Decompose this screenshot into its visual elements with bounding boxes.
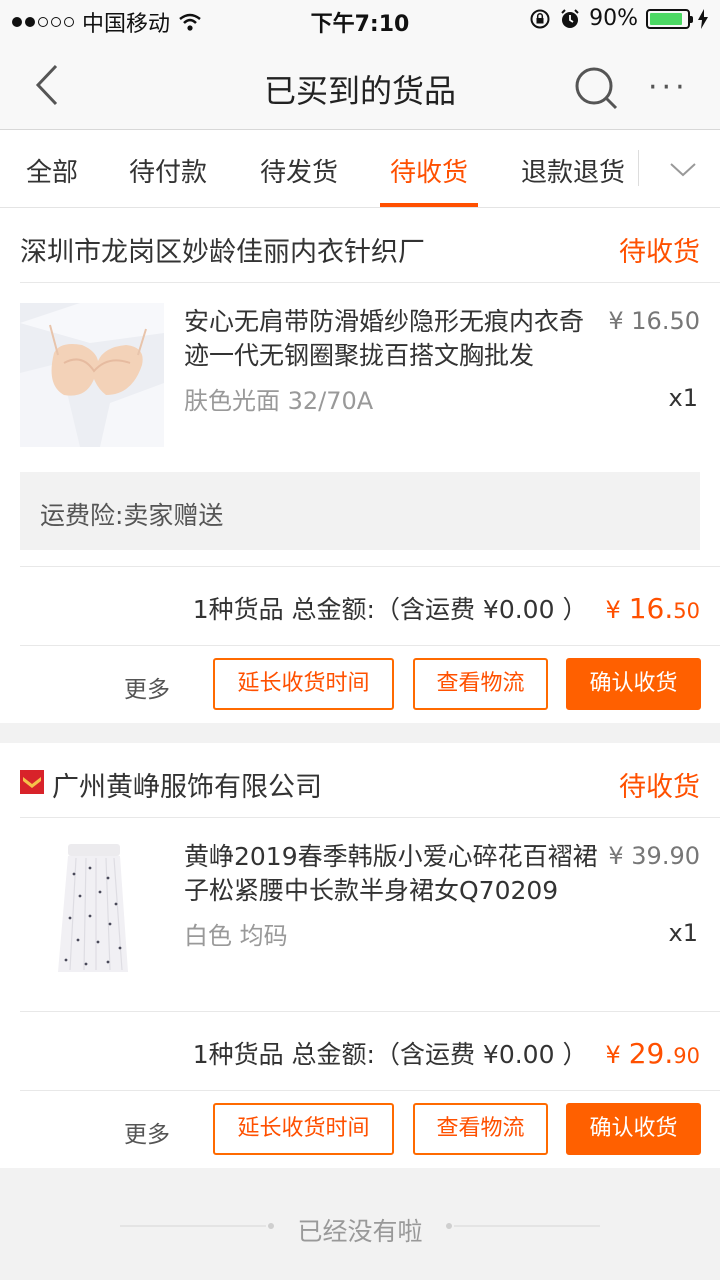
order-total: ¥29.90	[605, 1037, 700, 1070]
total-decimal: 50	[673, 599, 700, 623]
confirm-receipt-button[interactable]: 确认收货	[566, 658, 701, 710]
product-title[interactable]: 黄峥2019春季韩版小爱心碎花百褶裙子松紧腰中长款半身裙女Q70209	[184, 840, 604, 908]
order-summary: 1种货品 总金额:（含运费 ¥0.00 ） ¥16.50	[193, 590, 700, 626]
product-sku: 白色 均码	[184, 922, 288, 950]
tab-all[interactable]: 全部	[26, 152, 78, 189]
more-actions-link[interactable]: 更多	[124, 670, 170, 704]
summary-text: 1种货品 总金额:（含运费 ¥0.00 ）	[192, 595, 588, 624]
extend-receipt-button[interactable]: 延长收货时间	[213, 658, 394, 710]
end-dot-right	[446, 1223, 452, 1229]
shop-name[interactable]: 广州黄峥服饰有限公司	[52, 765, 322, 804]
product-quantity: x1	[668, 919, 698, 947]
order-summary: 1种货品 总金额:（含运费 ¥0.00 ） ¥29.90	[193, 1035, 700, 1071]
order-card: 深圳市龙岗区妙龄佳丽内衣针织厂 待收货 安心无肩带防滑婚纱隐形无痕内衣奇迹一代无…	[0, 208, 720, 723]
more-menu-button[interactable]: ···	[648, 70, 689, 105]
battery-fill	[650, 12, 683, 25]
product-sku: 肤色光面 32/70A	[184, 387, 374, 415]
divider	[20, 566, 720, 567]
rotation-lock-icon	[530, 9, 550, 28]
active-tab-indicator	[380, 203, 478, 207]
tab-pending-payment[interactable]: 待付款	[129, 152, 207, 189]
summary-text: 1种货品 总金额:（含运费 ¥0.00 ）	[192, 1040, 588, 1069]
status-bar: 中国移动 下午7:10 90%	[0, 0, 720, 40]
charging-icon	[698, 8, 708, 29]
nav-bar: 已买到的货品 ···	[0, 40, 720, 130]
alarm-icon	[561, 8, 579, 28]
product-image[interactable]	[20, 303, 164, 447]
end-of-list-text: 已经没有啦	[297, 1217, 423, 1246]
total-decimal: 90	[673, 1044, 700, 1068]
divider	[20, 817, 720, 818]
shop-name[interactable]: 深圳市龙岗区妙龄佳丽内衣针织厂	[20, 230, 425, 269]
battery-icon	[646, 8, 693, 29]
view-logistics-button[interactable]: 查看物流	[413, 658, 548, 710]
extend-receipt-button[interactable]: 延长收货时间	[213, 1103, 394, 1155]
view-logistics-button[interactable]: 查看物流	[413, 1103, 548, 1155]
product-title[interactable]: 安心无肩带防滑婚纱隐形无痕内衣奇迹一代无钢圈聚拢百搭文胸批发	[184, 305, 604, 373]
divider	[20, 282, 720, 283]
order-status: 待收货	[619, 772, 700, 803]
tab-pending-shipment[interactable]: 待发货	[260, 152, 338, 189]
skirt-image	[20, 838, 164, 982]
total-currency: ¥	[605, 596, 621, 624]
order-status: 待收货	[619, 237, 700, 268]
divider	[20, 1011, 720, 1012]
shipping-insurance-box: 运费险:卖家赠送	[20, 472, 700, 550]
product-price: ¥ 39.90	[608, 842, 700, 870]
confirm-receipt-button[interactable]: 确认收货	[566, 1103, 701, 1155]
divider	[20, 1090, 720, 1091]
shipping-insurance-label: 运费险:卖家赠送	[40, 501, 224, 530]
tab-pending-receipt[interactable]: 待收货	[390, 152, 468, 189]
shop-badge-icon	[20, 770, 44, 794]
search-icon[interactable]	[570, 62, 622, 114]
tab-divider	[638, 150, 639, 186]
order-card: 广州黄峥服饰有限公司 待收货 黄峥2019春季韩版小爱心碎花百褶裙子松紧腰中长款…	[0, 743, 720, 1168]
end-divider-right	[454, 1225, 600, 1227]
divider	[20, 645, 720, 646]
more-actions-link[interactable]: 更多	[124, 1115, 170, 1149]
total-integer: 29.	[628, 1037, 674, 1070]
chevron-down-icon[interactable]	[668, 158, 698, 180]
total-integer: 16.	[628, 592, 674, 625]
product-quantity: x1	[668, 384, 698, 412]
bra-image	[20, 303, 164, 447]
status-right: 90%	[529, 6, 708, 31]
tab-refunds[interactable]: 退款退货	[521, 152, 637, 189]
order-total: ¥16.50	[605, 592, 700, 625]
product-image[interactable]	[20, 838, 164, 982]
product-price: ¥ 16.50	[608, 307, 700, 335]
total-currency: ¥	[605, 1041, 621, 1069]
order-tabs: 全部 待付款 待发货 待收货 退款退货	[0, 130, 720, 208]
battery-percent: 90%	[589, 6, 638, 31]
